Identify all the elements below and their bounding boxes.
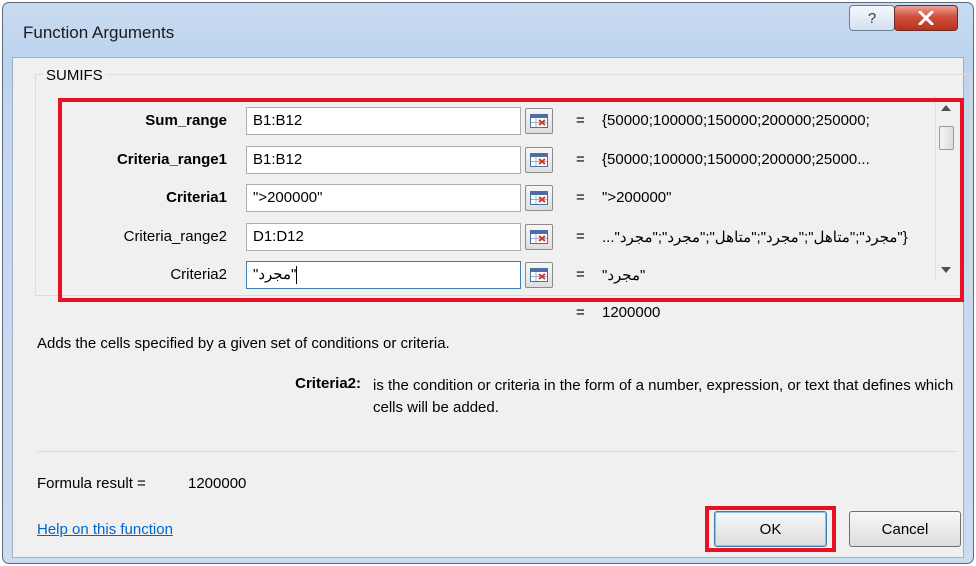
criteria2-equals: = — [576, 266, 585, 283]
close-icon — [918, 11, 934, 25]
criteria1-result: ">200000" — [602, 189, 672, 206]
criteria-range2-equals: = — [576, 228, 585, 245]
criteria2-collapse-button[interactable] — [525, 262, 553, 288]
criteria2-input[interactable]: "مجرد" — [246, 261, 521, 289]
criteria1-equals: = — [576, 189, 585, 206]
criteria1-input[interactable]: ">200000" — [246, 184, 521, 212]
divider — [37, 451, 957, 452]
scroll-thumb[interactable] — [939, 126, 954, 150]
function-result-value: 1200000 — [602, 304, 661, 321]
range-select-icon — [530, 191, 548, 205]
sum-range-label: Sum_range — [145, 112, 227, 129]
function-description: Adds the cells specified by a given set … — [37, 335, 450, 352]
range-select-icon — [530, 153, 548, 167]
question-mark-icon: ? — [867, 9, 877, 27]
range-select-icon — [530, 230, 548, 244]
criteria2-label: Criteria2 — [170, 266, 227, 283]
criteria2-input-text: "مجرد" — [253, 266, 297, 283]
argument-help-name: Criteria2: — [295, 375, 361, 392]
formula-result-label: Formula result = — [37, 475, 146, 492]
argument-help-text: is the condition or criteria in the form… — [373, 377, 954, 416]
criteria-range2-collapse-button[interactable] — [525, 224, 553, 250]
cancel-button[interactable]: Cancel — [849, 511, 961, 547]
arguments-scrollbar[interactable] — [935, 95, 956, 281]
title-bar[interactable]: Function Arguments ? — [3, 3, 973, 59]
dialog-body: SUMIFS Sum_range B1:B12 = {50000;100000;… — [12, 57, 971, 558]
criteria1-label: Criteria1 — [166, 189, 227, 206]
scroll-down-button[interactable] — [936, 261, 956, 279]
close-button[interactable] — [894, 5, 958, 31]
help-on-function-link[interactable]: Help on this function — [37, 521, 173, 538]
criteria-range1-input[interactable]: B1:B12 — [246, 146, 521, 174]
sum-range-collapse-button[interactable] — [525, 108, 553, 134]
criteria-range1-result: {50000;100000;150000;200000;25000... — [602, 151, 870, 168]
range-select-icon — [530, 114, 548, 128]
help-button[interactable]: ? — [849, 5, 895, 31]
chevron-down-icon — [941, 267, 951, 273]
criteria-range1-collapse-button[interactable] — [525, 147, 553, 173]
criteria2-result: "مجرد" — [602, 267, 646, 284]
criteria1-collapse-button[interactable] — [525, 185, 553, 211]
text-caret — [296, 266, 298, 285]
ok-button[interactable]: OK — [714, 511, 827, 547]
criteria-range1-label: Criteria_range1 — [116, 151, 227, 168]
sum-range-input[interactable]: B1:B12 — [246, 107, 521, 135]
scroll-up-button[interactable] — [936, 99, 956, 117]
chevron-up-icon — [941, 105, 951, 111]
range-select-icon — [530, 268, 548, 282]
function-name-label: SUMIFS — [43, 67, 106, 84]
sum-range-result: {50000;100000;150000;200000;250000; — [602, 112, 870, 129]
sum-range-equals: = — [576, 112, 585, 129]
criteria-range2-result: {"مجرد";"متاهل";"مجرد";"متاهل";"مجرد";"م… — [602, 229, 908, 246]
function-result-equals: = — [576, 304, 585, 321]
criteria-range2-input[interactable]: D1:D12 — [246, 223, 521, 251]
dialog-title: Function Arguments — [23, 23, 175, 42]
function-arguments-dialog: Function Arguments ? SUMIFS Sum_range B1… — [2, 2, 974, 564]
criteria-range2-label: Criteria_range2 — [123, 228, 227, 245]
criteria-range1-equals: = — [576, 151, 585, 168]
formula-result-value: 1200000 — [188, 475, 247, 492]
